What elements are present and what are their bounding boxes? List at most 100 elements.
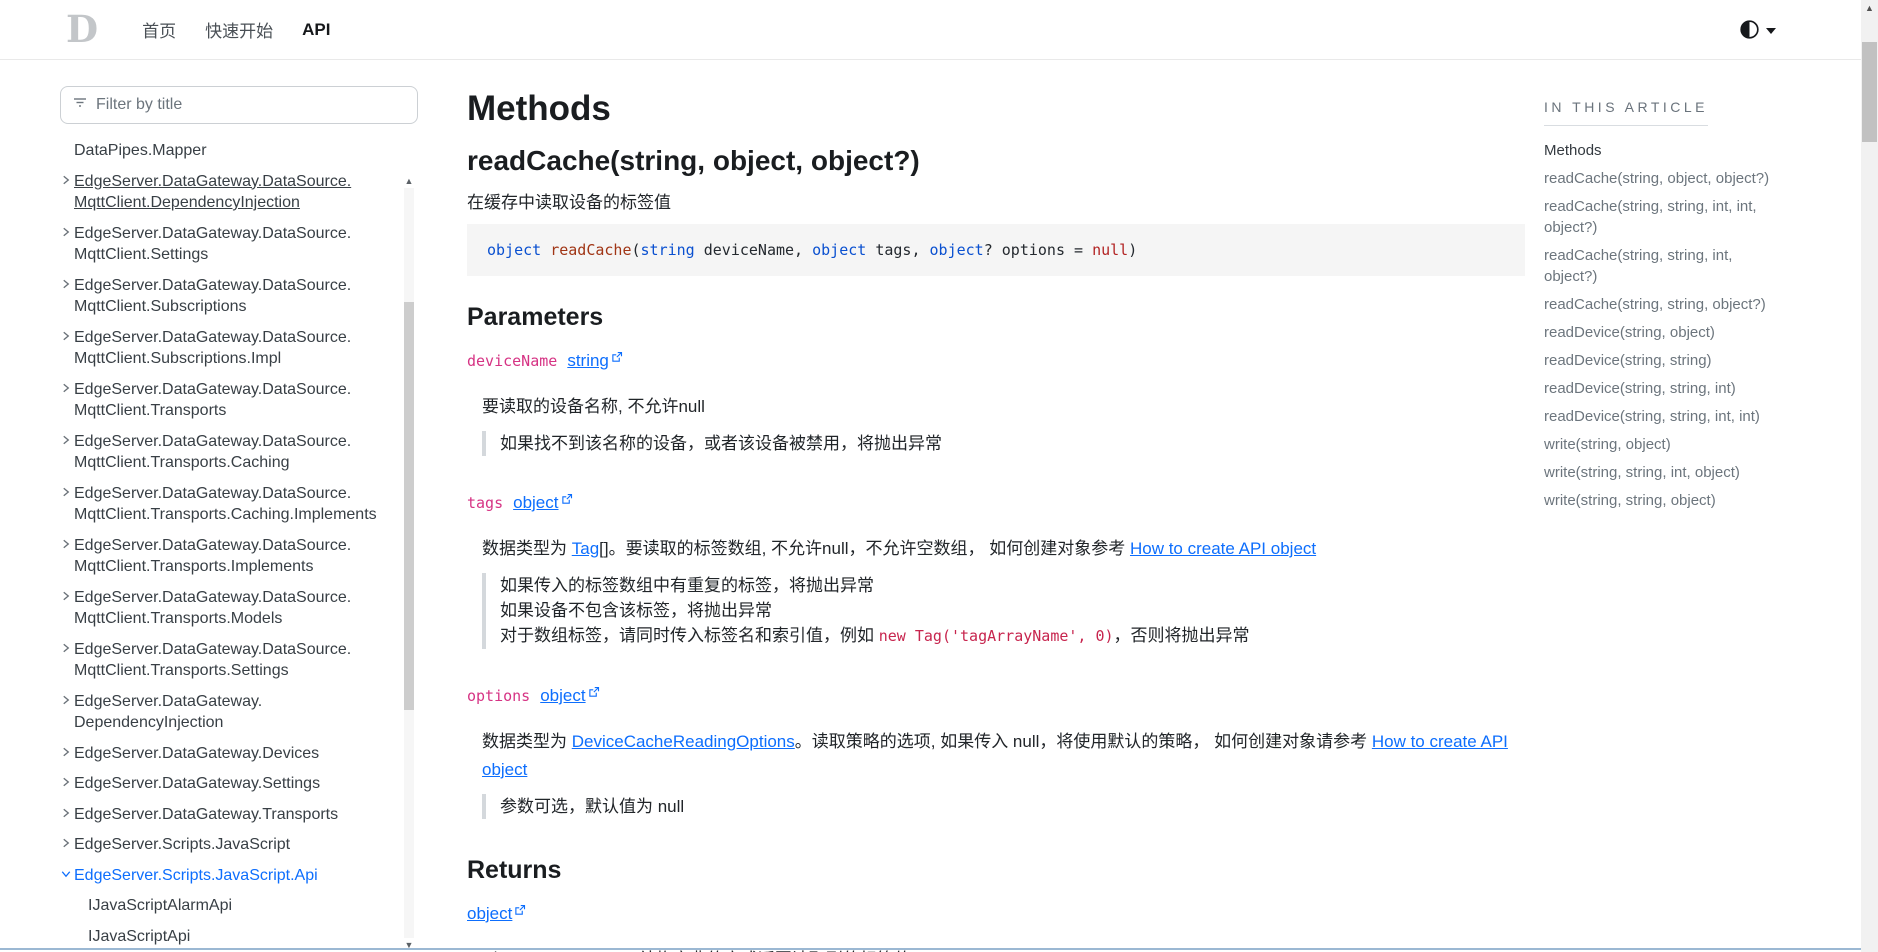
- sidebar-item-label: EdgeServer.​DataGateway.​DependencyInjec…: [74, 691, 402, 734]
- parameter-description: 要读取的设备名称, 不允许null: [482, 393, 1524, 421]
- in-this-article-panel: IN THIS ARTICLE Methods readCache(string,…: [1524, 60, 1784, 952]
- toc-item[interactable]: Methods: [1544, 140, 1776, 161]
- sidebar-item-label: EdgeServer.​DataGateway.​DataSource.​Mqt…: [74, 327, 402, 370]
- sidebar-item[interactable]: DataPipes.​Mapper: [60, 140, 402, 162]
- parameter-type-link[interactable]: object: [540, 686, 599, 705]
- chevron-right-icon[interactable]: [60, 837, 72, 856]
- code-token: object: [812, 241, 866, 259]
- toc-item[interactable]: write(string, string, object): [1544, 490, 1776, 511]
- text-run: 要读取的设备名称, 不允许null: [482, 397, 705, 416]
- toc-item[interactable]: readCache(string, string, object?): [1544, 294, 1776, 315]
- sidebar-item[interactable]: EdgeServer.​DataGateway.​Devices: [60, 743, 402, 765]
- chevron-right-icon[interactable]: [60, 330, 72, 370]
- toc-item[interactable]: readDevice(string, object): [1544, 322, 1776, 343]
- sidebar-item[interactable]: EdgeServer.​DataGateway.​DataSource.​Mqt…: [60, 535, 402, 578]
- toc-item[interactable]: write(string, string, int, object): [1544, 462, 1776, 483]
- sidebar-item[interactable]: EdgeServer.​DataGateway.​DependencyInjec…: [60, 691, 402, 734]
- scrollbar-up-icon[interactable]: ▲: [1861, 0, 1878, 16]
- left-sidebar: DataPipes.​Mapper EdgeServer.​DataGateway…: [0, 60, 438, 952]
- sidebar-item[interactable]: EdgeServer.​DataGateway.​Transports: [60, 804, 402, 826]
- parameter-type-link[interactable]: object: [513, 493, 572, 512]
- chevron-right-icon[interactable]: [60, 434, 72, 474]
- filter-box: [60, 86, 418, 124]
- parameter-description: 数据类型为 Tag[]。要读取的标签数组, 不允许null，不允许空数组， 如何…: [482, 535, 1524, 563]
- chevron-right-icon[interactable]: [60, 226, 72, 266]
- sidebar-item[interactable]: IJavaScriptApi: [60, 926, 402, 948]
- text-run: 如果找不到该名称的设备，或者该设备被禁用，将抛出异常: [500, 434, 942, 453]
- external-link-icon: [588, 686, 600, 698]
- caret-down-icon: [1766, 28, 1776, 34]
- sidebar-item[interactable]: EdgeServer.​DataGateway.​DataSource.​Mqt…: [60, 327, 402, 370]
- text-run: 参数可选，默认值为 null: [500, 797, 684, 816]
- sidebar-item[interactable]: EdgeServer.​DataGateway.​DataSource.​Mqt…: [60, 639, 402, 682]
- chevron-right-icon[interactable]: [60, 538, 72, 578]
- nav-link-首页[interactable]: 首页: [142, 17, 176, 42]
- sidebar-scrollbar-thumb[interactable]: [404, 302, 414, 710]
- theme-contrast-icon: [1740, 20, 1759, 39]
- sidebar-item[interactable]: EdgeServer.​DataGateway.​DataSource.​Mqt…: [60, 431, 402, 474]
- code-block: object readCache(string deviceName, obje…: [467, 224, 1525, 276]
- parameter-type-link[interactable]: string: [567, 351, 623, 370]
- parameter-block: optionsobject数据类型为 DeviceCacheReadingOpt…: [467, 685, 1524, 819]
- chevron-right-icon[interactable]: [60, 278, 72, 318]
- return-type-link[interactable]: object: [467, 904, 526, 923]
- content-link[interactable]: How to create API object: [1130, 539, 1316, 558]
- chevron-right-icon[interactable]: [60, 776, 72, 795]
- toc-item[interactable]: readDevice(string, string, int, int): [1544, 406, 1776, 427]
- toc-item[interactable]: readCache(string, string, int, object?): [1544, 245, 1776, 287]
- chevron-right-icon[interactable]: [60, 590, 72, 630]
- toc-item[interactable]: write(string, object): [1544, 434, 1776, 455]
- theme-toggle-button[interactable]: [1740, 20, 1848, 39]
- filter-input[interactable]: [96, 96, 405, 114]
- sidebar-item-label: EdgeServer.​DataGateway.​Devices: [74, 743, 319, 765]
- text-run: 如果设备不包含该标签，将抛出异常: [500, 601, 772, 620]
- chevron-down-icon[interactable]: [60, 868, 72, 887]
- sidebar-item[interactable]: EdgeServer.​DataGateway.​DataSource.​Mqt…: [60, 275, 402, 318]
- chevron-right-icon[interactable]: [60, 174, 72, 214]
- browser-scrollbar-thumb[interactable]: [1862, 42, 1877, 142]
- sidebar-item[interactable]: EdgeServer.​DataGateway.​Settings: [60, 773, 402, 795]
- chevron-right-icon[interactable]: [60, 486, 72, 526]
- scroll-up-icon[interactable]: ▲: [402, 174, 416, 188]
- nav-link-快速开始[interactable]: 快速开始: [205, 17, 273, 42]
- chevron-right-icon[interactable]: [60, 746, 72, 765]
- chevron-right-icon[interactable]: [60, 642, 72, 682]
- sidebar-item[interactable]: EdgeServer.​Scripts.​JavaScript: [60, 834, 402, 856]
- chevron-right-icon[interactable]: [60, 694, 72, 734]
- parameters-list: deviceNamestring要读取的设备名称, 不允许null如果找不到该名…: [467, 350, 1524, 819]
- text-run: []。要读取的标签数组, 不允许null，不允许空数组， 如何创建对象参考: [599, 539, 1130, 558]
- toc-heading: IN THIS ARTICLE: [1544, 99, 1708, 126]
- sidebar-item[interactable]: EdgeServer.​Scripts.​JavaScript.​Api: [60, 865, 402, 887]
- toc-item[interactable]: readCache(string, object, object?): [1544, 168, 1776, 189]
- sidebar-item[interactable]: IJavaScriptAlarmApi: [60, 895, 402, 917]
- sidebar-item[interactable]: EdgeServer.​DataGateway.​DataSource.​Mqt…: [60, 223, 402, 266]
- nav-link-api[interactable]: API: [302, 20, 330, 40]
- code-token: null: [1092, 241, 1128, 259]
- sidebar-item[interactable]: EdgeServer.​DataGateway.​DataSource.​Mqt…: [60, 483, 402, 526]
- sidebar-item[interactable]: EdgeServer.​DataGateway.​DataSource.​Mqt…: [60, 379, 402, 422]
- note-line: 如果设备不包含该标签，将抛出异常: [500, 598, 1524, 623]
- content-link[interactable]: DeviceCacheReadingOptions: [572, 732, 795, 751]
- sidebar-scrollbar[interactable]: ▲ ▼: [402, 174, 416, 952]
- code-token: ): [1128, 241, 1137, 259]
- site-logo[interactable]: D: [66, 11, 98, 48]
- external-link-icon: [561, 493, 573, 505]
- page-title: Methods: [467, 88, 1524, 130]
- chevron-right-icon[interactable]: [60, 382, 72, 422]
- note-line: 对于数组标签，请同时传入标签名和索引值，例如 new Tag('tagArray…: [500, 623, 1524, 649]
- chevron-right-icon[interactable]: [60, 807, 72, 826]
- browser-scrollbar[interactable]: ▲: [1861, 0, 1878, 952]
- sidebar-item[interactable]: EdgeServer.​DataGateway.​DataSource.​Mqt…: [60, 587, 402, 630]
- toc-item[interactable]: readDevice(string, string): [1544, 350, 1776, 371]
- toc-item[interactable]: readDevice(string, string, int): [1544, 378, 1776, 399]
- code-token: ? options =: [984, 241, 1092, 259]
- parameter-signature: options object: [467, 685, 1524, 708]
- return-type: object: [467, 903, 1524, 926]
- parameter-name: options: [467, 687, 530, 705]
- note-line: 参数可选，默认值为 null: [500, 794, 1524, 819]
- sidebar-item-label: EdgeServer.​DataGateway.​DataSource.​Mqt…: [74, 483, 402, 526]
- content-link[interactable]: Tag: [572, 539, 599, 558]
- nav-links: 首页 快速开始 API: [142, 17, 330, 42]
- toc-item[interactable]: readCache(string, string, int, int, obje…: [1544, 196, 1776, 238]
- sidebar-item[interactable]: EdgeServer.​DataGateway.​DataSource.​Mqt…: [60, 171, 402, 214]
